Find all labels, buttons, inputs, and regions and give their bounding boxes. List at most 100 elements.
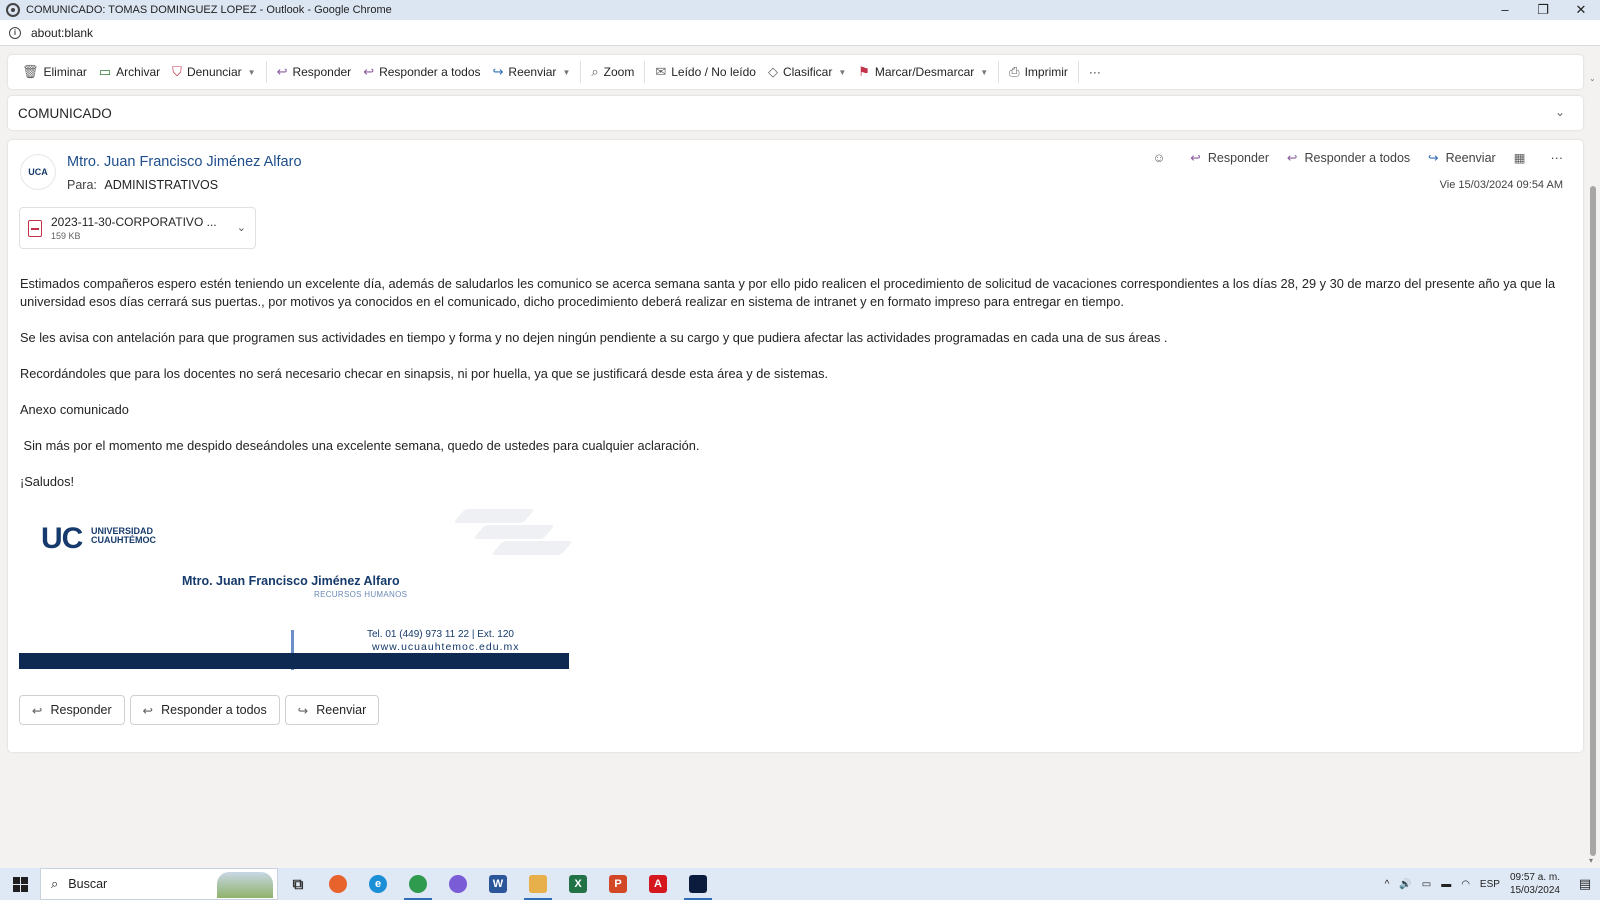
signature-footer-bar: [19, 653, 569, 669]
chevron-down-icon[interactable]: ▼: [248, 68, 256, 77]
chevron-down-icon[interactable]: ▼: [562, 68, 570, 77]
to-label: Para:: [67, 178, 97, 192]
chevron-down-icon[interactable]: ▼: [838, 68, 846, 77]
taskbar-app-acrobat[interactable]: A: [638, 868, 678, 900]
restore-button[interactable]: ❐: [1524, 0, 1562, 20]
body-paragraph: Estimados compañeros espero estén tenien…: [20, 276, 1556, 309]
firefox-icon: [329, 875, 347, 893]
toolbar-divider: [998, 61, 1000, 83]
body-paragraph: Se les avisa con antelación para que pro…: [20, 330, 1168, 345]
close-button[interactable]: ✕: [1562, 0, 1600, 20]
taskbar-app-chrome[interactable]: [398, 868, 438, 900]
decorative-stripes: [439, 507, 573, 562]
network-icon[interactable]: ▭: [1422, 879, 1431, 890]
reply-button[interactable]: ↩ Responder: [271, 58, 358, 86]
pdf-file-icon: [28, 219, 42, 237]
notifications-icon[interactable]: ▤: [1570, 868, 1600, 900]
windows-taskbar: ⌕ Buscar ⧉ e W X P A ^ 🔊 ▭ ▬ ◠ ESP 09:57 a. m…: [0, 868, 1600, 900]
sender-name[interactable]: Mtro. Juan Francisco Jiménez Alfaro: [67, 154, 302, 170]
flag-button[interactable]: ⚑ Marcar/Desmarcar ▼: [852, 58, 994, 86]
chevron-down-icon[interactable]: ⌄: [1555, 105, 1565, 119]
attachment-card[interactable]: 2023-11-30-CORPORATIVO ... 159 KB ⌄: [19, 207, 256, 249]
apps-button[interactable]: ▦: [1514, 150, 1533, 165]
zoom-icon: ⌕: [591, 64, 599, 79]
read-unread-button[interactable]: ✉ Leído / No leído: [649, 58, 762, 86]
chrome-icon: [6, 3, 20, 17]
language-indicator[interactable]: ESP: [1480, 879, 1500, 890]
taskbar-app-copilot[interactable]: [438, 868, 478, 900]
body-paragraph: Sin más por el momento me despido deseán…: [20, 438, 700, 453]
taskbar-app-firefox[interactable]: [318, 868, 358, 900]
chrome-icon: [409, 875, 427, 893]
excel-icon: X: [569, 875, 587, 893]
body-paragraph: Recordándoles que para los docentes no s…: [20, 366, 829, 381]
reply-all-button[interactable]: ↩ Responder a todos: [357, 58, 486, 86]
url-text[interactable]: about:blank: [31, 26, 93, 40]
acrobat-icon: A: [649, 875, 667, 893]
bottom-forward-button[interactable]: ↪ Reenviar: [284, 695, 380, 725]
battery-icon[interactable]: ▬: [1441, 879, 1451, 890]
forward-button[interactable]: ↪ Reenviar ▼: [487, 58, 577, 86]
scrollbar-thumb[interactable]: [1590, 186, 1596, 856]
bottom-reply-all-button[interactable]: ↩ Responder a todos: [129, 695, 280, 725]
volume-icon[interactable]: 🔊: [1399, 879, 1411, 890]
reply-icon: ↩: [1190, 151, 1201, 165]
scroll-up-icon[interactable]: ⌄: [1589, 74, 1596, 83]
bottom-actions: ↩ Responder ↩ Responder a todos ↪ Reenviar: [19, 695, 384, 725]
flag-icon: ⚑: [858, 64, 870, 79]
taskbar-search[interactable]: ⌕ Buscar: [40, 868, 278, 900]
toolbar-divider: [1077, 61, 1079, 83]
taskbar-app-word[interactable]: W: [478, 868, 518, 900]
site-info-icon[interactable]: i: [9, 26, 21, 39]
tag-icon: ◇: [767, 64, 778, 79]
trash-icon: 🗑: [22, 64, 39, 79]
taskbar-app-powerpoint[interactable]: P: [598, 868, 638, 900]
zoom-button[interactable]: ⌕ Zoom: [585, 58, 640, 86]
minimize-button[interactable]: –: [1486, 0, 1524, 20]
chevron-down-icon[interactable]: ⌄: [237, 221, 246, 234]
taskbar-app-task-view[interactable]: ⧉: [278, 868, 318, 900]
scroll-down-icon[interactable]: ▾: [1589, 856, 1593, 865]
signature-website[interactable]: www.ucuauhtemoc.edu.mx: [372, 641, 519, 653]
report-button[interactable]: ⛉ Denunciar ▼: [166, 58, 261, 86]
page-scrollbar[interactable]: ⌄ ▾: [1586, 46, 1600, 868]
recipient-value[interactable]: ADMINISTRATIVOS: [104, 178, 218, 192]
chevron-down-icon[interactable]: ▼: [980, 68, 988, 77]
avatar[interactable]: UCA: [20, 154, 56, 190]
attachment-name: 2023-11-30-CORPORATIVO ...: [51, 215, 217, 229]
more-options-button[interactable]: ···: [1083, 58, 1107, 86]
header-more-button[interactable]: ···: [1551, 151, 1564, 165]
bottom-reply-button[interactable]: ↩ Responder: [19, 695, 125, 725]
taskbar-app-excel[interactable]: X: [558, 868, 598, 900]
header-reply-button[interactable]: ↩ Responder: [1190, 150, 1269, 166]
smiley-icon: ☺: [1152, 150, 1166, 165]
address-bar[interactable]: i about:blank: [0, 20, 1600, 46]
header-forward-button[interactable]: ↪ Reenviar: [1428, 150, 1496, 166]
show-hidden-icons[interactable]: ^: [1385, 879, 1390, 890]
email-signature: UC UNIVERSIDAD CUAUHTÉMOC Mtro. Juan Fra…: [19, 502, 573, 672]
explorer-icon: [529, 875, 547, 893]
categorize-button[interactable]: ◇ Clasificar ▼: [762, 58, 852, 86]
search-icon: ⌕: [51, 876, 59, 891]
header-reply-all-button[interactable]: ↩ Responder a todos: [1287, 150, 1410, 166]
clock[interactable]: 09:57 a. m. 15/03/2024: [1510, 871, 1560, 897]
window-controls: – ❐ ✕: [1486, 0, 1600, 20]
message-card: UCA Mtro. Juan Francisco Jiménez Alfaro …: [8, 140, 1583, 752]
signature-role: RECURSOS HUMANOS: [314, 590, 408, 599]
system-tray: ^ 🔊 ▭ ▬ ◠ ESP 09:57 a. m. 15/03/2024 ▤: [1385, 868, 1600, 900]
delete-button[interactable]: 🗑 Eliminar: [16, 58, 93, 86]
window-title: COMUNICADO: TOMAS DOMINGUEZ LOPEZ - Outl…: [26, 4, 392, 16]
grid-icon: ▦: [1513, 151, 1526, 165]
message-date: Vie 15/03/2024 09:54 AM: [1439, 179, 1563, 191]
wifi-icon[interactable]: ◠: [1461, 879, 1470, 890]
emoji-reaction-button[interactable]: ☺: [1153, 151, 1173, 165]
subject-bar: COMUNICADO ⌄: [8, 96, 1583, 130]
attachment-size: 159 KB: [51, 231, 81, 241]
print-button[interactable]: ⎙ Imprimir: [1003, 58, 1074, 86]
taskbar-app-webex[interactable]: [678, 868, 718, 900]
taskbar-app-edge[interactable]: e: [358, 868, 398, 900]
toolbar-divider: [580, 61, 582, 83]
start-button[interactable]: [0, 868, 40, 900]
taskbar-app-explorer[interactable]: [518, 868, 558, 900]
archive-button[interactable]: ▭ Archivar: [93, 58, 166, 86]
